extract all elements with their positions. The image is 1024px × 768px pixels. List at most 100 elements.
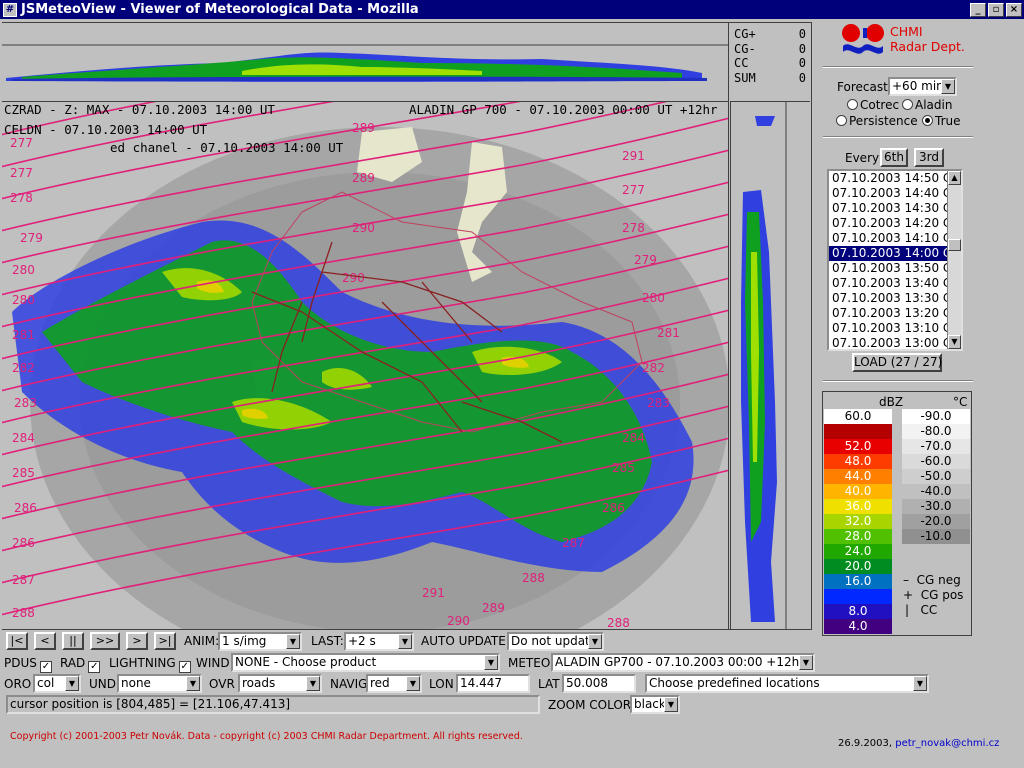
isoline-label: 277 (10, 166, 33, 180)
legend-dbz-row: 44.0 (824, 469, 892, 484)
ovr-select[interactable]: roads ▼ (238, 674, 322, 693)
legend-cc: | CC (905, 603, 938, 617)
legend-cg-neg: – CG neg (903, 573, 961, 587)
zoom-color-select[interactable]: black ▼ (630, 695, 680, 714)
prev-frame-button[interactable]: < (34, 632, 56, 650)
lightning-row: CG+ 0 (734, 27, 806, 41)
time-list-item[interactable]: 07.10.2003 13:50 CA (829, 261, 961, 276)
isoline-label: 291 (622, 149, 645, 163)
time-list-item[interactable]: 07.10.2003 14:40 CA (829, 186, 961, 201)
rad-toggle[interactable]: RAD ✓ (60, 656, 101, 673)
lon-label: LON (429, 677, 454, 691)
time-list-item[interactable]: 07.10.2003 14:50 CA (829, 171, 961, 186)
lat-input[interactable]: 50.008 (562, 674, 636, 693)
navig-select[interactable]: red ▼ (366, 674, 422, 693)
legend-temp-row: -60.0 (902, 454, 970, 469)
isoline-label: 288 (522, 571, 545, 585)
auto-update-label: AUTO UPDATE (421, 634, 506, 648)
isoline-label: 288 (607, 616, 630, 629)
chevron-down-icon: ▼ (913, 676, 927, 691)
radar-map[interactable]: 277 277 278 279 280 280 281 282 283 284 285 286 286 2… (2, 102, 729, 629)
play-button[interactable]: >> (90, 632, 120, 650)
isoline-label: 280 (12, 293, 35, 307)
pause-button[interactable]: || (62, 632, 84, 650)
lightning-row: SUM 0 (734, 70, 806, 85)
legend-temp-row: -80.0 (902, 424, 970, 439)
radio-icon (902, 99, 913, 110)
load-button[interactable]: LOAD (27 / 27) (852, 353, 942, 372)
locations-select[interactable]: Choose predefined locations ▼ (645, 674, 929, 693)
isoline-label: 289 (352, 171, 375, 185)
legend-cg-pos: + CG pos (903, 588, 964, 602)
pdus-toggle[interactable]: PDUS ✓ (4, 656, 52, 673)
isoline-label: 284 (12, 431, 35, 445)
lightning-toggle[interactable]: LIGHTNING ✓ (109, 656, 191, 673)
time-list-item[interactable]: 07.10.2003 13:40 CA (829, 276, 961, 291)
last-select[interactable]: +2 s ▼ (344, 632, 414, 651)
lon-input[interactable]: 14.447 (456, 674, 530, 693)
isoline-label: 277 (10, 136, 33, 150)
isoline-label: 283 (14, 396, 37, 410)
time-list-item[interactable]: 07.10.2003 14:00 CA (829, 246, 961, 261)
ovr-label: OVR (209, 677, 235, 691)
maximize-button[interactable]: ▫ (988, 2, 1004, 17)
minimize-button[interactable]: _ (970, 2, 986, 17)
top-cross-section-svg (2, 44, 729, 82)
isoline-label: 282 (642, 361, 665, 375)
radio-cotrec[interactable]: Cotrec (847, 98, 899, 112)
isoline-label: 285 (12, 466, 35, 480)
time-list-item[interactable]: 07.10.2003 14:30 CA (829, 201, 961, 216)
wind-select[interactable]: NONE - Choose product ▼ (231, 653, 500, 672)
radio-aladin[interactable]: Aladin (902, 98, 952, 112)
anim-select[interactable]: 1 s/img ▼ (218, 632, 302, 651)
time-list-item[interactable]: 07.10.2003 13:00 CA (829, 336, 961, 349)
side-cross-section-svg (741, 102, 787, 629)
radio-persistence[interactable]: Persistence (836, 114, 918, 128)
time-list[interactable]: 07.10.2003 14:50 CA 07.10.2003 14:40 CA 07… (827, 169, 963, 351)
legend-dbz-row: 56.0 (824, 424, 892, 439)
time-list-item[interactable]: 07.10.2003 13:30 CA (829, 291, 961, 306)
und-select[interactable]: none ▼ (117, 674, 202, 693)
every-3rd-button[interactable]: 3rd (914, 148, 944, 167)
legend-dbz-row: 32.0 (824, 514, 892, 529)
every-6th-button[interactable]: 6th (880, 148, 908, 167)
lat-label: LAT (538, 677, 560, 691)
isoline-label: 283 (647, 396, 670, 410)
separator (823, 66, 973, 68)
radio-icon (836, 115, 847, 126)
scroll-thumb[interactable] (948, 239, 961, 251)
last-frame-button[interactable]: >| (154, 632, 176, 650)
isoline-label: 281 (12, 328, 35, 342)
next-frame-button[interactable]: > (126, 632, 148, 650)
time-list-item[interactable]: 07.10.2003 13:10 CA (829, 321, 961, 336)
title-bar: # JSMeteoView - Viewer of Meteorological… (0, 0, 1024, 19)
time-list-item[interactable]: 07.10.2003 14:10 CA (829, 231, 961, 246)
time-list-scrollbar[interactable]: ▲ ▼ (947, 171, 961, 349)
isoline-label: 277 (622, 183, 645, 197)
meteo-select[interactable]: ALADIN GP700 - 07.10.2003 00:00 +12h ▼ (551, 653, 815, 672)
brand-name: CHMI Radar Dept. (890, 24, 965, 54)
side-cross-section[interactable] (730, 102, 810, 629)
radio-checked-icon (922, 115, 933, 126)
auto-update-select[interactable]: Do not update ▼ (507, 632, 604, 651)
first-frame-button[interactable]: |< (6, 632, 28, 650)
forecast-select[interactable]: +60 min ▼ (888, 77, 957, 96)
time-list-item[interactable]: 07.10.2003 13:20 CA (829, 306, 961, 321)
legend-temp-row: -30.0 (902, 499, 970, 514)
celsius-title: °C (953, 395, 968, 409)
chevron-down-icon: ▼ (799, 655, 813, 670)
scroll-up-icon[interactable]: ▲ (948, 171, 961, 185)
isoline-label: 286 (602, 501, 625, 515)
legend-temp-row: -50.0 (902, 469, 970, 484)
scroll-down-icon[interactable]: ▼ (948, 335, 961, 349)
isoline-label: 282 (12, 361, 35, 375)
close-button[interactable]: × (1006, 2, 1022, 17)
oro-select[interactable]: col ▼ (33, 674, 81, 693)
app-icon: # (3, 2, 17, 17)
radio-true[interactable]: True (922, 114, 961, 128)
time-list-item[interactable]: 07.10.2003 14:20 CA (829, 216, 961, 231)
email-link[interactable]: petr_novak@chmi.cz (895, 738, 999, 749)
oro-label: ORO (4, 677, 32, 691)
top-cross-section[interactable] (2, 23, 729, 102)
isoline-label: 290 (342, 271, 365, 285)
